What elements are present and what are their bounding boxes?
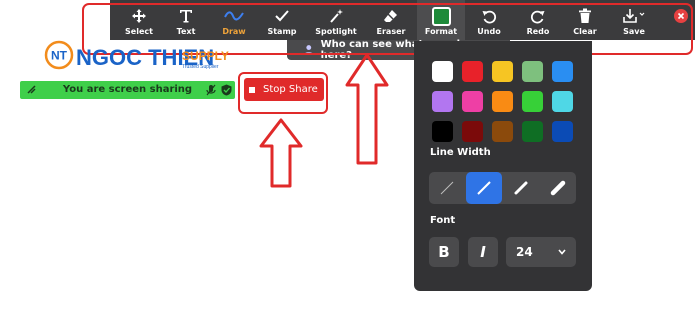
color-swatch[interactable] <box>522 121 543 142</box>
logo-suffix: SUPPLY <box>182 49 229 63</box>
screen-sharing-bar[interactable]: You are screen sharing <box>20 81 235 99</box>
logo-badge: NT <box>51 49 68 63</box>
line-width-4-button[interactable] <box>540 172 576 204</box>
line-width-label: Line Width <box>430 147 491 158</box>
font-size-dropdown[interactable]: 24 <box>506 237 576 267</box>
color-swatch[interactable] <box>552 61 573 82</box>
line-width-2-button[interactable] <box>466 172 502 204</box>
thick-line-icon <box>514 181 528 195</box>
color-swatch[interactable] <box>552 121 573 142</box>
shield-check-icon <box>221 84 232 96</box>
color-swatch[interactable] <box>462 61 483 82</box>
screen-sharing-text: You are screen sharing <box>62 84 193 95</box>
logo-tagline: Trusted Supplier <box>182 64 219 70</box>
format-panel: Line Width Font B I 24 <box>414 41 592 291</box>
color-swatch[interactable] <box>462 91 483 112</box>
mic-muted-icon <box>206 84 216 96</box>
color-swatch[interactable] <box>432 121 453 142</box>
color-swatch[interactable] <box>432 91 453 112</box>
color-swatch[interactable] <box>522 61 543 82</box>
color-swatch[interactable] <box>432 61 453 82</box>
color-swatch[interactable] <box>492 121 513 142</box>
color-swatch[interactable] <box>492 91 513 112</box>
color-swatch[interactable] <box>552 91 573 112</box>
font-size-value: 24 <box>516 245 533 259</box>
color-swatch[interactable] <box>522 91 543 112</box>
bold-button[interactable]: B <box>429 237 459 267</box>
thin-line-icon <box>440 181 454 195</box>
chevron-down-icon <box>558 249 566 255</box>
logo-graphic: NT NGOC THIEN SUPPLY Trusted Supplier <box>44 40 229 70</box>
line-width-1-button[interactable] <box>429 172 465 204</box>
line-width-3-button[interactable] <box>503 172 539 204</box>
medium-line-icon <box>477 181 491 195</box>
font-label: Font <box>430 215 456 226</box>
color-swatch[interactable] <box>462 121 483 142</box>
line-width-selector <box>429 172 576 204</box>
highlight-box-stop-share <box>238 72 328 114</box>
italic-button[interactable]: I <box>468 237 498 267</box>
up-arrow-toolbar-icon <box>345 53 389 165</box>
color-swatch[interactable] <box>492 61 513 82</box>
up-arrow-stop-share-icon <box>259 118 303 188</box>
thickest-line-icon <box>550 180 566 196</box>
ngoc-thien-logo: NT NGOC THIEN SUPPLY Trusted Supplier <box>44 40 230 74</box>
